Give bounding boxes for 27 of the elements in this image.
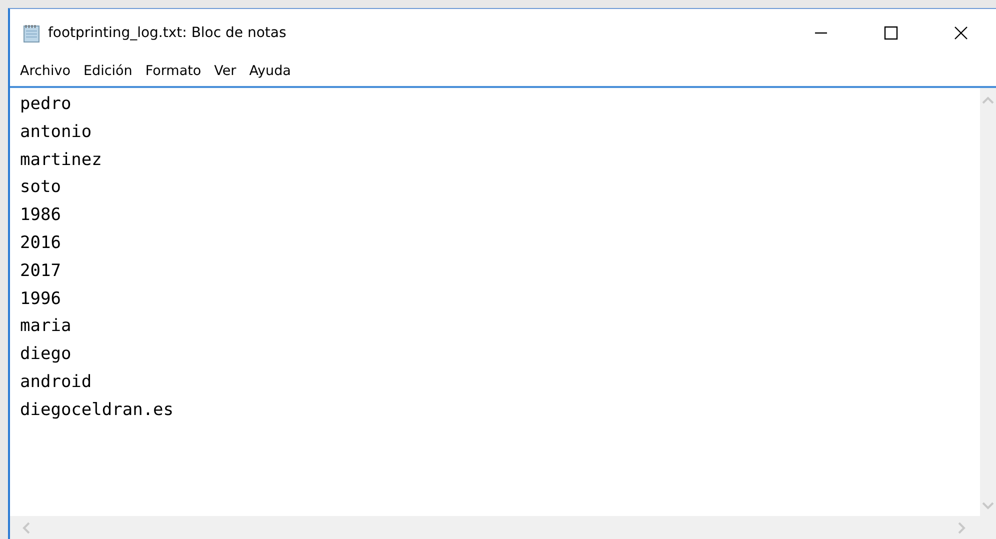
close-icon bbox=[954, 26, 968, 40]
window-title: footprinting_log.txt: Bloc de notas bbox=[48, 24, 286, 40]
scroll-up-icon[interactable] bbox=[982, 96, 994, 104]
minimize-icon bbox=[815, 32, 827, 34]
text-line: antonio bbox=[20, 120, 93, 144]
menu-item[interactable]: Edición bbox=[83, 63, 132, 79]
text-line: 1986 bbox=[20, 204, 62, 228]
text-line: soto bbox=[20, 176, 62, 200]
menu-item[interactable]: Formato bbox=[145, 63, 202, 79]
text-area[interactable]: pedro antonio martinez soto 1986 2016 2017 1996 maria diego android diegoceldran.es bbox=[10, 88, 980, 516]
notepad-icon bbox=[22, 22, 42, 42]
text-line: 2016 bbox=[20, 232, 62, 255]
menu-item[interactable]: Ver bbox=[214, 63, 236, 79]
text-line: android bbox=[20, 370, 93, 394]
text-line: maria bbox=[20, 315, 72, 338]
scroll-left-icon[interactable] bbox=[22, 522, 30, 534]
menu-item[interactable]: Archivo bbox=[20, 63, 70, 79]
text-line: 2017 bbox=[20, 260, 62, 283]
text-line: diego bbox=[20, 343, 72, 366]
maximize-icon bbox=[884, 26, 898, 40]
scroll-right-icon[interactable] bbox=[958, 522, 966, 534]
text-line: martinez bbox=[20, 148, 103, 172]
scroll-down-icon[interactable] bbox=[982, 502, 994, 510]
text-line: 1996 bbox=[20, 288, 62, 311]
menu-item[interactable]: Ayuda bbox=[249, 63, 291, 79]
text-line: diegoceldran.es bbox=[20, 398, 175, 422]
text-line: pedro bbox=[20, 93, 72, 116]
